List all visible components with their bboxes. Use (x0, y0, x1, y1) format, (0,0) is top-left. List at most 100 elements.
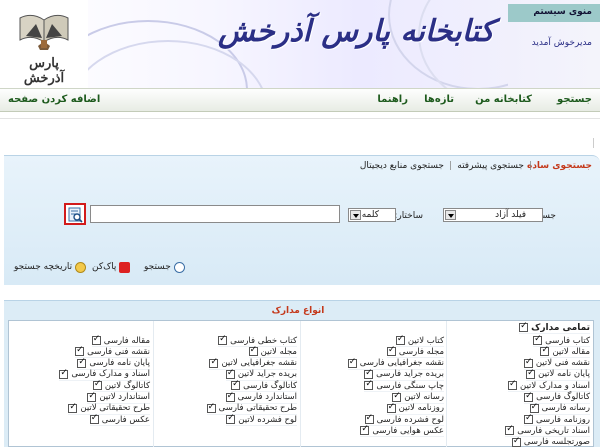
checkbox[interactable] (231, 379, 241, 391)
checkbox[interactable] (347, 357, 357, 368)
document-type-checkbox-item[interactable]: نقشه جغرافیایی فارسی (347, 357, 444, 370)
checkbox[interactable] (225, 391, 235, 402)
main-navbar: جستجو کتابخانه من تازه‌ها راهنما اضافه ک… (0, 88, 600, 112)
checkbox[interactable] (529, 402, 539, 413)
document-type-checkbox-item[interactable]: روزنامه لاتین (386, 402, 444, 415)
checkbox[interactable] (364, 379, 374, 391)
checkbox-label: کتاب لاتین (407, 335, 444, 346)
add-homepage-link[interactable]: اضافه کردن صفحه (8, 94, 100, 105)
checkbox[interactable] (360, 424, 370, 436)
divider (0, 118, 600, 119)
checkbox[interactable] (225, 368, 235, 379)
document-type-checkbox-item[interactable]: رسانه فارسی (529, 402, 590, 415)
clear-button[interactable]: پاک‌کن (92, 260, 131, 274)
checkbox[interactable] (364, 368, 374, 379)
document-types-title: انواع مدارک (271, 306, 325, 316)
document-type-checkbox-item[interactable]: نقشه جغرافیایی لاتین (209, 357, 297, 370)
document-type-checkbox-item[interactable]: اسناد و مدارک فارسی (59, 368, 150, 381)
nav-item-my-library[interactable]: کتابخانه من (475, 94, 532, 105)
checkbox[interactable] (218, 334, 228, 345)
checkbox-all-documents[interactable]: تمامی مدارک (519, 321, 590, 334)
logo[interactable]: پارس آذرخش (0, 0, 88, 88)
checkbox[interactable] (59, 368, 69, 379)
checkbox[interactable] (77, 357, 87, 368)
checkbox[interactable] (508, 379, 518, 391)
nav-item-new-arrivals[interactable]: تازه‌ها (424, 94, 454, 105)
checkbox[interactable] (206, 402, 216, 413)
nav-item-help[interactable]: راهنما (377, 94, 408, 105)
tab-separator: | (448, 161, 452, 171)
document-type-checkbox-item[interactable]: لوح فشرده فارسی (364, 413, 444, 427)
document-type-checkbox-item[interactable]: چاپ سنگی فارسی (364, 379, 444, 393)
structure-label: ساختار: (394, 211, 423, 221)
search-panel: جستجوی ساده | جستجوی پیشرفته | جستجوی من… (4, 155, 600, 285)
checkbox[interactable] (89, 413, 99, 425)
search-button[interactable]: جستجو (144, 260, 185, 274)
document-type-checkbox-item[interactable]: کاتالوگ لاتین (92, 379, 150, 393)
search-catalog-button[interactable] (64, 203, 86, 225)
document-type-checkbox-item[interactable]: کاتالوگ فارسی (231, 379, 297, 393)
checkbox[interactable] (87, 391, 97, 402)
document-type-checkbox-item[interactable]: اسناد و مدارک لاتین (508, 379, 590, 393)
checkbox[interactable] (523, 413, 533, 425)
document-type-checkbox-item[interactable]: استاندارد فارسی (225, 391, 297, 404)
document-type-checkbox-item[interactable]: پایان نامه لاتین (526, 368, 590, 381)
document-type-checkbox-item[interactable]: مجله فارسی (386, 345, 444, 359)
search-catalog-icon (68, 207, 83, 223)
search-input[interactable] (90, 205, 340, 223)
checkbox[interactable] (540, 345, 550, 357)
checkbox[interactable] (505, 424, 515, 436)
document-type-checkbox-item[interactable]: مقاله لاتین (540, 345, 590, 359)
document-type-checkbox-item[interactable]: روزنامه فارسی (523, 413, 590, 427)
document-type-checkbox-item[interactable]: طرح تحقیقاتی فارسی (206, 402, 297, 415)
document-type-checkbox-item[interactable]: نقشه فنی فارسی (75, 345, 150, 359)
document-type-checkbox-item[interactable]: مقاله فارسی (91, 334, 150, 347)
checkbox-label: کتاب فارسی (545, 335, 590, 346)
checkbox[interactable] (248, 345, 258, 357)
checkbox[interactable] (226, 413, 236, 425)
document-type-checkbox-item[interactable]: استاندارد لاتین (87, 391, 150, 404)
tab-advanced-search[interactable]: جستجوی پیشرفته (457, 161, 524, 171)
checkbox[interactable] (523, 357, 533, 368)
checkbox[interactable] (75, 345, 85, 357)
structure-select[interactable]: کلمه (348, 208, 396, 222)
checkbox[interactable] (386, 402, 396, 413)
checkbox[interactable] (511, 436, 521, 447)
nav-item-search[interactable]: جستجو (557, 94, 592, 105)
document-type-checkbox-item[interactable]: صورتجلسه فارسی (511, 436, 590, 447)
checkbox[interactable] (91, 334, 101, 345)
field-select[interactable]: فیلد آزاد (443, 208, 543, 222)
checkbox[interactable] (209, 357, 219, 368)
checkbox[interactable] (364, 413, 374, 425)
document-type-checkbox-item[interactable]: رسانه لاتین (392, 391, 444, 404)
checkbox-label: اسناد تاریخی فارسی (517, 425, 590, 436)
document-type-checkbox-item[interactable]: مجله لاتین (248, 345, 297, 359)
checkbox[interactable] (386, 345, 396, 357)
tab-digital-search[interactable]: جستجوی منابع دیجیتال (360, 161, 444, 171)
checkbox[interactable] (68, 402, 78, 413)
document-type-checkbox-item[interactable]: طرح تحقیقاتی لاتین (68, 402, 150, 415)
checkbox[interactable] (392, 391, 402, 402)
document-type-checkbox-item[interactable]: عکس هوایی فارسی (360, 424, 444, 438)
document-type-checkbox-item[interactable]: پایان نامه فارسی (77, 357, 150, 370)
document-type-checkbox-item[interactable]: عکس فارسی (89, 413, 150, 427)
chevron-down-icon[interactable] (350, 210, 361, 220)
document-type-checkbox-item[interactable]: بریده جراید فارسی (364, 368, 444, 381)
checkbox-label: مجله فارسی (398, 346, 444, 357)
document-type-checkbox-item[interactable]: کتاب لاتین (395, 334, 444, 347)
checkbox[interactable] (92, 379, 102, 391)
chevron-down-icon[interactable] (445, 210, 456, 220)
checkbox-label: اسناد و مدارک فارسی (71, 369, 150, 380)
checkbox[interactable] (519, 321, 529, 332)
checkbox[interactable] (533, 334, 543, 345)
search-history-label: تاریخچه جستجو (14, 262, 73, 272)
checkbox[interactable] (526, 368, 536, 379)
search-history-button[interactable]: تاریخچه جستجو (14, 260, 87, 274)
checkbox-label: روزنامه فارسی (535, 414, 590, 425)
tab-simple-search[interactable]: جستجوی ساده (527, 161, 592, 171)
checkbox[interactable] (395, 334, 405, 345)
system-menu-button[interactable]: منوی سیستم (508, 4, 600, 22)
checkbox[interactable] (524, 391, 534, 402)
document-type-checkbox-item[interactable]: کتاب خطی فارسی (218, 334, 297, 347)
document-type-checkbox-item[interactable]: لوح فشرده لاتین (226, 413, 297, 427)
